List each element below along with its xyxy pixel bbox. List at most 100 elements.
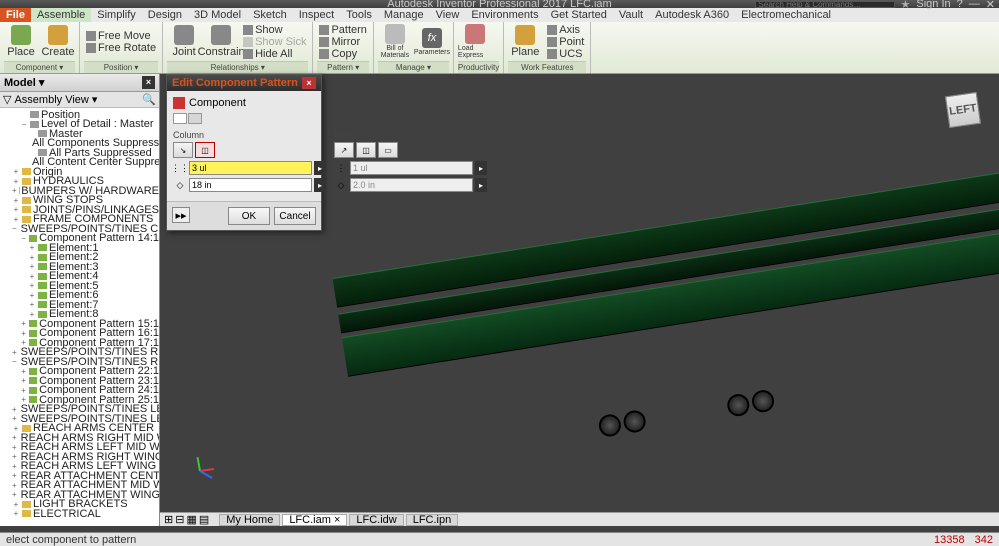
bom-button[interactable]: Bill of Materials — [378, 23, 412, 61]
expand-icon[interactable]: + — [12, 348, 17, 357]
expand-icon[interactable]: + — [12, 215, 20, 224]
create-button[interactable]: Create — [41, 23, 75, 61]
parameters-button[interactable]: fxParameters — [415, 23, 449, 61]
close-icon[interactable]: ✕ — [986, 0, 995, 11]
expand-icon[interactable]: − — [20, 120, 28, 129]
ucs-button[interactable]: UCS — [545, 48, 586, 60]
expand-icon[interactable]: + — [12, 452, 17, 461]
tree-node[interactable]: +ELECTRICAL — [0, 509, 159, 519]
constrain-button[interactable]: Constrain — [204, 23, 238, 61]
expand-icon[interactable]: + — [20, 329, 27, 338]
row-count-arrow[interactable]: ▸ — [475, 161, 487, 175]
tab-view[interactable]: View — [430, 8, 466, 22]
tab-3dmodel[interactable]: 3D Model — [188, 8, 247, 22]
expand-icon[interactable]: + — [28, 300, 36, 309]
load-express-button[interactable]: Load Express — [458, 23, 492, 61]
joint-button[interactable]: Joint — [167, 23, 201, 61]
dialog-options-button[interactable]: ▸▸ — [172, 207, 190, 223]
expand-icon[interactable]: + — [28, 243, 36, 252]
minimize-icon[interactable]: — — [969, 0, 980, 10]
show-sick-button[interactable]: Show Sick — [241, 36, 308, 48]
group-relationships-label[interactable]: Relationships ▾ — [167, 61, 308, 73]
doc-tab-home[interactable]: My Home — [219, 514, 280, 526]
assembly-view-dropdown[interactable]: Assembly View ▾ — [14, 93, 97, 106]
model-panel-title[interactable]: Model ▾ — [4, 76, 44, 89]
help-icon[interactable]: ? — [957, 0, 963, 10]
expand-icon[interactable]: − — [12, 224, 17, 233]
col-count-input[interactable] — [189, 161, 312, 175]
axis-button[interactable]: Axis — [545, 24, 586, 36]
expand-icon[interactable]: + — [28, 291, 36, 300]
expand-icon[interactable]: + — [12, 167, 20, 176]
search-tree-icon[interactable]: 🔍 — [142, 93, 156, 106]
tab-assemble[interactable]: Assemble — [31, 8, 91, 22]
mirror-button[interactable]: Mirror — [317, 36, 368, 48]
group-manage-label[interactable]: Manage ▾ — [378, 61, 449, 73]
row-count-input[interactable] — [350, 161, 473, 175]
free-rotate-button[interactable]: Free Rotate — [84, 42, 158, 54]
expand-icon[interactable]: + — [12, 424, 20, 433]
expand-icon[interactable]: + — [20, 367, 27, 376]
expand-icon[interactable]: + — [28, 262, 36, 271]
expand-icon[interactable]: + — [12, 186, 17, 195]
circular-tab[interactable] — [188, 113, 202, 124]
expand-icon[interactable]: + — [20, 319, 27, 328]
expand-icon[interactable]: + — [12, 433, 17, 442]
plane-button[interactable]: Plane — [508, 23, 542, 61]
tab-sketch[interactable]: Sketch — [247, 8, 293, 22]
tab-environments[interactable]: Environments — [465, 8, 544, 22]
row-spacing-arrow[interactable]: ▸ — [475, 178, 487, 192]
group-pattern-label[interactable]: Pattern ▾ — [317, 61, 368, 73]
col-count-arrow[interactable]: ▸ — [314, 161, 326, 175]
point-button[interactable]: Point — [545, 36, 586, 48]
favorite-icon[interactable]: ★ — [901, 0, 911, 11]
ok-button[interactable]: OK — [228, 207, 270, 225]
tab-inspect[interactable]: Inspect — [293, 8, 340, 22]
expand-icon[interactable]: + — [12, 462, 17, 471]
place-button[interactable]: Place — [4, 23, 38, 61]
tab-file[interactable]: File — [0, 8, 31, 22]
show-button[interactable]: Show — [241, 24, 308, 36]
expand-icon[interactable]: + — [20, 376, 27, 385]
row-spacing-input[interactable] — [350, 178, 473, 192]
cancel-button[interactable]: Cancel — [274, 207, 316, 225]
col-spacing-arrow[interactable]: ▸ — [314, 178, 326, 192]
expand-icon[interactable]: − — [12, 357, 17, 366]
pattern-button[interactable]: Pattern — [317, 24, 368, 36]
col-direction-button[interactable]: ↘ — [173, 142, 193, 158]
row-direction-button[interactable]: ↗ — [334, 142, 354, 158]
free-move-button[interactable]: Free Move — [84, 30, 158, 42]
doc-tab-iam[interactable]: LFC.iam × — [282, 514, 347, 526]
row-flip-button[interactable]: ◫ — [356, 142, 376, 158]
view-mode-icon[interactable]: ⊞ — [164, 513, 173, 526]
model-panel-close-icon[interactable]: × — [142, 76, 155, 89]
view-mode-icon[interactable]: ▤ — [199, 513, 209, 526]
expand-icon[interactable]: + — [12, 490, 17, 499]
component-select-icon[interactable] — [173, 97, 185, 109]
expand-icon[interactable]: + — [28, 310, 36, 319]
dialog-close-icon[interactable]: × — [302, 77, 316, 89]
hide-all-button[interactable]: Hide All — [241, 48, 308, 60]
tree-node[interactable]: All Content Center Suppressed — [0, 158, 159, 168]
expand-icon[interactable]: + — [12, 205, 20, 214]
signin-link[interactable]: Sign In — [916, 0, 950, 10]
expand-icon[interactable]: + — [12, 471, 17, 480]
tab-getstarted[interactable]: Get Started — [545, 8, 613, 22]
tab-close-icon[interactable]: × — [334, 514, 340, 526]
expand-icon[interactable]: + — [28, 253, 36, 262]
funnel-icon[interactable]: ▽ — [3, 93, 11, 106]
expand-icon[interactable]: + — [12, 500, 20, 509]
expand-icon[interactable]: + — [12, 481, 17, 490]
expand-icon[interactable]: + — [12, 196, 20, 205]
group-component-label[interactable]: Component ▾ — [4, 61, 75, 73]
expand-icon[interactable]: + — [12, 509, 20, 518]
col-spacing-input[interactable] — [189, 178, 312, 192]
copy-button[interactable]: Copy — [317, 48, 368, 60]
tab-simplify[interactable]: Simplify — [91, 8, 142, 22]
col-midplane-button[interactable]: ◫ — [195, 142, 215, 158]
doc-tab-idw[interactable]: LFC.idw — [349, 514, 403, 526]
expand-icon[interactable]: + — [28, 272, 36, 281]
viewcube[interactable]: LEFT — [945, 92, 981, 128]
expand-icon[interactable]: + — [28, 281, 36, 290]
tab-tools[interactable]: Tools — [340, 8, 378, 22]
